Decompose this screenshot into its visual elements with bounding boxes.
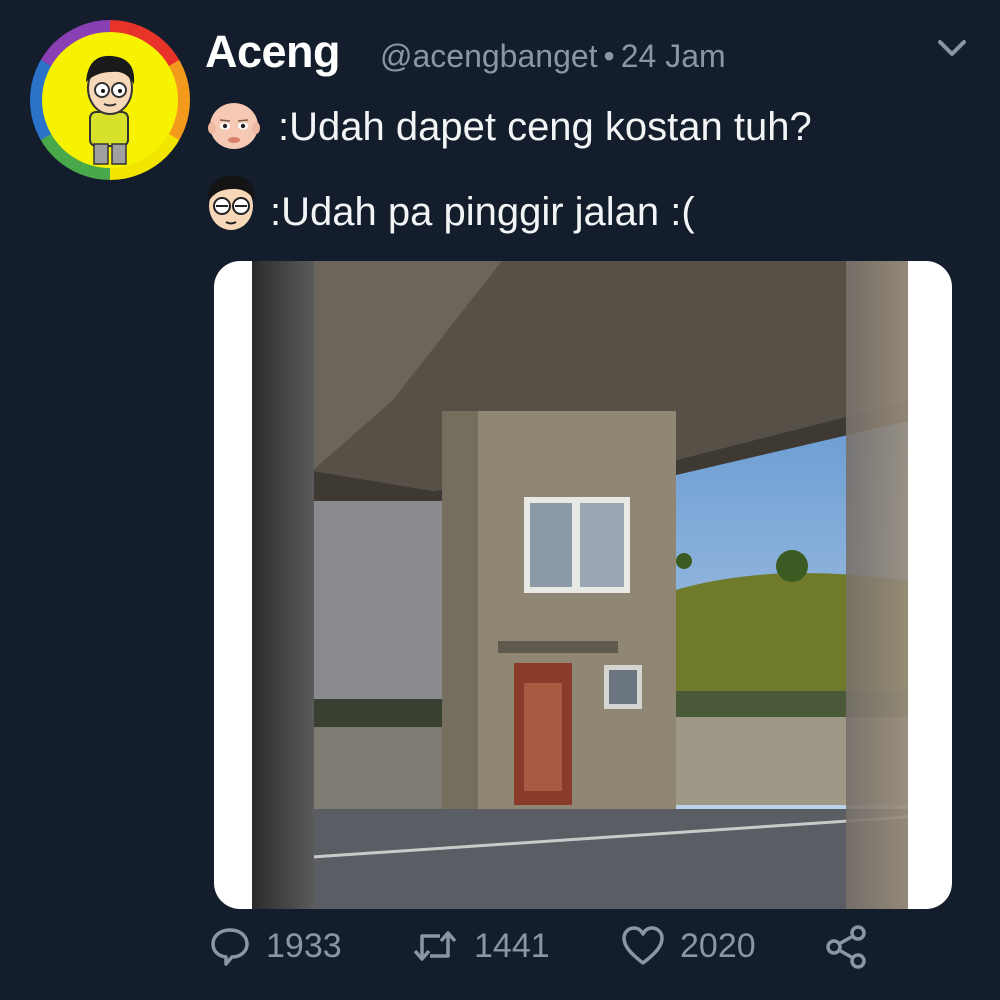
dialogue-line-2: :Udah pa pinggir jalan :( <box>270 190 695 234</box>
author-handle[interactable]: @acengbanget <box>380 38 598 74</box>
reply-icon <box>211 928 249 966</box>
dialogue-line-1: :Udah dapet ceng kostan tuh? <box>278 105 812 149</box>
avatar[interactable] <box>30 20 190 180</box>
author-name[interactable]: Aceng <box>205 26 341 78</box>
like-button[interactable]: 2020 <box>620 924 756 968</box>
cartoon-boy-emoji-icon <box>208 176 256 230</box>
meta-separator: • <box>603 38 615 74</box>
tweet-time[interactable]: 24 Jam <box>621 38 726 74</box>
tweet-action-bar: 1933 1441 2020 <box>0 924 1000 970</box>
tweet-image[interactable] <box>214 261 952 909</box>
like-count: 2020 <box>680 926 756 965</box>
baby-face-emoji-icon <box>208 103 260 149</box>
heart-icon <box>622 926 664 965</box>
chevron-down-icon[interactable] <box>934 36 970 60</box>
tweet-meta: @acengbanget • 24 Jam <box>380 38 726 75</box>
share-button[interactable] <box>824 924 884 970</box>
avatar-cartoon-boy-icon <box>42 32 178 168</box>
retweet-count: 1441 <box>474 926 550 965</box>
reply-count: 1933 <box>266 926 342 965</box>
retweet-icon <box>413 931 457 961</box>
reply-button[interactable]: 1933 <box>208 924 342 968</box>
share-icon <box>826 925 866 969</box>
house-under-overpass-photo <box>252 261 908 909</box>
retweet-button[interactable]: 1441 <box>410 924 550 968</box>
